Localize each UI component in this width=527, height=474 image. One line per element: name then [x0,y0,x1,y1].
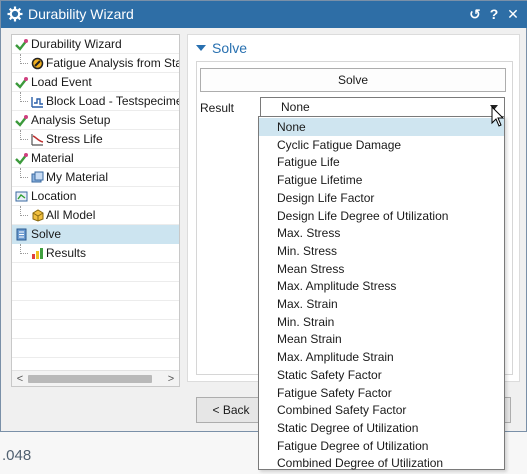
tree-node-location[interactable]: Location [12,187,179,206]
check-node-icon [15,39,28,51]
tree-empty-row [12,339,179,358]
tree-empty-row [12,301,179,320]
tree-empty-row [12,320,179,339]
tree-node-label: Load Event [31,75,92,89]
stress-life-icon [31,134,44,146]
scroll-thumb[interactable] [28,375,152,383]
fatigue-analysis-icon [31,57,44,70]
reset-icon[interactable]: ↺ [467,5,483,23]
dropdown-option[interactable]: Min. Strain [259,313,504,331]
tree-empty-row [12,282,179,301]
location-icon [15,191,28,202]
dropdown-option[interactable]: Max. Amplitude Stress [259,277,504,295]
dropdown-option[interactable]: Static Safety Factor [259,366,504,384]
check-node-icon [15,115,28,127]
material-icon [31,171,44,183]
dropdown-option[interactable]: Combined Degree of Utilization [259,454,504,472]
solve-icon [16,228,27,241]
tree-node-label: All Model [46,208,96,222]
tree-node-label: Fatigue Analysis from Stat [46,56,179,70]
tree-node-solve[interactable]: Solve [12,225,179,244]
result-combobox[interactable]: None [260,97,505,118]
check-node-icon [15,153,28,165]
tree-node-material[interactable]: Material [12,149,179,168]
help-icon[interactable]: ? [486,5,502,23]
dropdown-option[interactable]: Min. Stress [259,242,504,260]
tree-node-block-load[interactable]: Block Load - Testspecimen [12,92,179,111]
tree-node-label: Stress Life [46,132,103,146]
dropdown-option[interactable]: Mean Stress [259,260,504,278]
tree-horizontal-scrollbar[interactable]: < > [12,370,179,386]
window-title: Durability Wizard [28,6,134,22]
tree-node-results[interactable]: Results [12,244,179,263]
wizard-navigator-tree: Durability Wizard Fatigue Analysis from … [11,34,180,387]
dropdown-option[interactable]: Fatigue Lifetime [259,171,504,189]
section-header-solve[interactable]: Solve [196,40,247,56]
dropdown-option[interactable]: Design Life Degree of Utilization [259,207,504,225]
dropdown-option[interactable]: Max. Amplitude Strain [259,348,504,366]
dropdown-option[interactable]: Max. Strain [259,295,504,313]
tree-node-load-event[interactable]: Load Event [12,73,179,92]
result-selected-value: None [281,100,310,114]
solve-button[interactable]: Solve [200,68,506,92]
status-value: .048 [2,447,32,464]
dropdown-option[interactable]: Mean Strain [259,330,504,348]
tree-node-label: Material [31,151,74,165]
tree-node-analysis-setup[interactable]: Analysis Setup [12,111,179,130]
tree-node-fatigue-analysis[interactable]: Fatigue Analysis from Stat [12,54,179,73]
tree-node-label: Analysis Setup [31,113,111,127]
dropdown-option[interactable]: Static Degree of Utilization [259,419,504,437]
dropdown-option[interactable]: Fatigue Degree of Utilization [259,437,504,455]
result-dropdown-list: None Cyclic Fatigue Damage Fatigue Life … [258,116,505,470]
tree-node-durability-wizard[interactable]: Durability Wizard [12,35,179,54]
dropdown-option[interactable]: Cyclic Fatigue Damage [259,136,504,154]
model-icon [32,209,44,222]
tree-node-label: Block Load - Testspecimen [46,94,179,108]
tree-node-label: Location [31,189,77,203]
tree-node-my-material[interactable]: My Material [12,168,179,187]
scroll-left-icon[interactable]: < [13,371,27,386]
collapse-triangle-icon [196,45,206,52]
results-icon [32,248,43,259]
dropdown-option[interactable]: Max. Stress [259,224,504,242]
block-load-icon [31,97,43,108]
close-icon[interactable]: ✕ [505,5,521,23]
gear-icon [7,6,23,22]
dropdown-option[interactable]: Design Life Factor [259,189,504,207]
tree-node-label: Results [46,246,87,260]
check-node-icon [15,77,28,89]
tree-node-stress-life[interactable]: Stress Life [12,130,179,149]
tree-node-label: Solve [31,227,62,241]
result-label: Result [200,101,235,115]
title-bar: Durability Wizard ↺ ? ✕ [1,1,527,28]
tree-node-label: Durability Wizard [31,37,122,51]
dropdown-option[interactable]: Combined Safety Factor [259,401,504,419]
dropdown-option[interactable]: Fatigue Life [259,153,504,171]
dropdown-option[interactable]: None [259,118,504,136]
section-title: Solve [212,40,248,56]
tree-node-label: My Material [46,170,109,184]
scroll-right-icon[interactable]: > [164,371,178,386]
tree-empty-row [12,263,179,282]
mouse-pointer-icon [491,106,505,127]
dropdown-option[interactable]: Fatigue Safety Factor [259,384,504,402]
tree-node-all-model[interactable]: All Model [12,206,179,225]
back-button[interactable]: < Back [196,397,266,423]
